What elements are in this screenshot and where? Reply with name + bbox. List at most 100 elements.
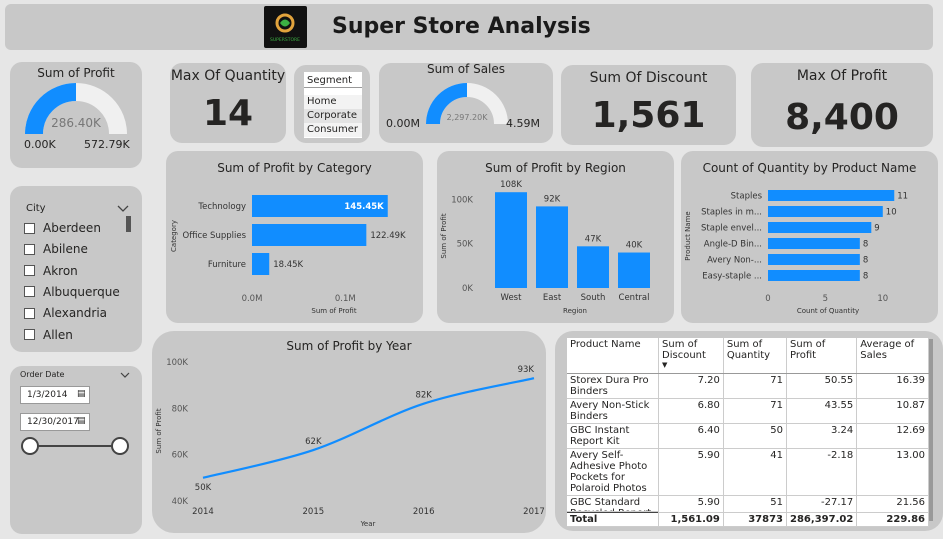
start-date-input[interactable]: 1/3/2014 ▤	[20, 386, 90, 404]
table-row[interactable]: Storex Dura Pro Binders 7.20 71 50.55 16.39	[567, 373, 929, 399]
sales-gauge-value: 2,297.20K	[446, 113, 488, 122]
year-data-label: 93K	[518, 365, 535, 375]
city-item[interactable]: Albuquerque	[24, 283, 120, 301]
year-y-label: Sum of Profit	[155, 408, 163, 453]
segment-item-home-office[interactable]: Home Office	[304, 95, 362, 121]
city-label: Allen	[43, 327, 73, 342]
table-cell: 5.90	[658, 495, 724, 513]
year-data-label: 62K	[305, 437, 322, 447]
discount-title: Sum Of Discount	[589, 70, 708, 86]
segment-item-consumer[interactable]: Consumer	[304, 123, 362, 137]
city-checkbox[interactable]	[24, 307, 35, 319]
year-data-label: 50K	[195, 483, 212, 493]
year-x-tick: 2017	[523, 507, 545, 517]
region-data-label: 92K	[544, 194, 561, 204]
region-data-label: 108K	[500, 180, 522, 190]
date-range-track	[30, 445, 120, 447]
city-slicer-card: City Aberdeen Abilene Akron Albuquerque Alex…	[10, 186, 142, 352]
table-cell: Avery Self-Adhesive Photo Pockets for Po…	[567, 448, 660, 496]
sort-desc-icon[interactable]: ▼	[662, 361, 720, 369]
table-cell: 21.56	[856, 495, 929, 513]
year-chart-card: Sum of Profit by Year 40K 60K 80K 100K 50K 20…	[152, 331, 546, 533]
max-profit-title: Max Of Profit	[796, 68, 888, 84]
table-header[interactable]: Sum of Discount ▼	[658, 338, 724, 374]
table-row[interactable]: GBC Instant Report Kit 6.40 50 3.24 12.69	[567, 423, 929, 449]
segment-slicer[interactable]: Segment Home Office Corporate Consumer	[304, 72, 362, 138]
table-total-cell: 37873	[723, 511, 788, 527]
city-chevron-down-icon[interactable]	[117, 205, 129, 213]
product-x-label: Count of Quantity	[797, 307, 859, 315]
year-chart: 40K 60K 80K 100K 50K 2014 62K 2015 82K 2016 93K 201…	[155, 358, 545, 528]
order-date-title: Order Date	[20, 370, 65, 379]
category-tick-label: Furniture	[208, 260, 246, 270]
region-y-tick: 100K	[451, 195, 473, 205]
region-x-tick: East	[543, 293, 562, 303]
table-header[interactable]: Average of Sales	[856, 338, 929, 374]
date-range-end-handle[interactable]	[111, 437, 129, 455]
table-cell: 71	[723, 373, 788, 399]
sales-gauge-max: 4.59M	[506, 117, 540, 130]
region-chart-card: Sum of Profit by Region 0K 50K 100K 108K Wes…	[437, 151, 674, 323]
table-cell: Avery Non-Stick Binders	[567, 398, 660, 424]
date-range-start-handle[interactable]	[21, 437, 39, 455]
table-cell: 12.69	[856, 423, 929, 449]
city-scrollbar[interactable]	[126, 216, 131, 232]
city-checkbox[interactable]	[24, 243, 35, 255]
region-x-label: Region	[563, 307, 587, 315]
logo: SUPERSTORE	[264, 6, 307, 48]
table-total-row: Total 1,561.09 37873 286,397.02 229.86	[567, 511, 929, 527]
product-data-label: 8	[863, 256, 868, 266]
table-cell: 41	[723, 448, 788, 496]
year-x-tick: 2016	[413, 507, 435, 517]
table-header[interactable]: Product Name	[567, 338, 660, 374]
city-checkbox[interactable]	[24, 329, 35, 340]
year-y-tick: 80K	[172, 404, 189, 414]
city-item[interactable]: Allen	[24, 326, 73, 344]
region-data-label: 40K	[626, 241, 643, 251]
product-bar	[768, 222, 872, 233]
table-cell: 6.40	[658, 423, 724, 449]
table-cell: 50.55	[786, 373, 858, 399]
table-header[interactable]: Sum of Quantity	[723, 338, 788, 374]
region-chart: 0K 50K 100K 108K West 92K East 47K South 40K Centr…	[440, 180, 650, 315]
table-row[interactable]: Avery Non-Stick Binders 6.80 71 43.55 10.87	[567, 398, 929, 424]
table-scrollbar[interactable]	[929, 339, 933, 521]
end-date-input[interactable]: 12/30/2017 ▤	[20, 413, 90, 431]
region-y-label: Sum of Profit	[440, 213, 448, 258]
segment-item-corporate[interactable]: Corporate	[304, 109, 362, 123]
product-bar	[768, 190, 895, 201]
product-data-label: 8	[863, 240, 868, 250]
city-item[interactable]: Alexandria	[24, 304, 107, 322]
product-tick-label: Staples	[731, 192, 763, 202]
table-header[interactable]: Sum of Profit	[786, 338, 858, 374]
product-tick-label: Easy-staple ...	[702, 272, 762, 282]
table-cell: 71	[723, 398, 788, 424]
segment-title[interactable]: Segment	[304, 74, 362, 88]
city-item[interactable]: Akron	[24, 262, 78, 280]
table-cell: 50	[723, 423, 788, 449]
city-checkbox[interactable]	[24, 286, 35, 298]
profit-gauge-value: 286.40K	[51, 116, 101, 130]
table-cell: 13.00	[856, 448, 929, 496]
table-row[interactable]: GBC Standard Recycled Report Covers5.905…	[567, 495, 929, 513]
city-item[interactable]: Aberdeen	[24, 219, 101, 237]
category-data-label: 18.45K	[273, 260, 303, 270]
region-y-tick: 0K	[462, 284, 473, 294]
city-checkbox[interactable]	[24, 222, 35, 234]
category-x-tick: 0.1M	[335, 294, 356, 304]
region-bar	[495, 192, 527, 288]
order-date-card: Order Date 1/3/2014 ▤ 12/30/2017 ▤	[10, 366, 142, 534]
start-calendar-icon[interactable]: ▤	[77, 389, 86, 399]
sales-gauge	[426, 83, 508, 125]
table-cell: -27.17	[786, 495, 858, 513]
city-item[interactable]: Abilene	[24, 240, 88, 258]
logo-icon: SUPERSTORE	[270, 13, 300, 43]
city-checkbox[interactable]	[24, 265, 35, 277]
max-quantity-card: Max Of Quantity 14	[170, 63, 286, 143]
city-label: Albuquerque	[43, 284, 120, 299]
product-tick-label: Staple envel...	[701, 224, 762, 234]
table-row[interactable]: Avery Self-Adhesive Photo Pockets for Po…	[567, 448, 929, 496]
discount-card: Sum Of Discount 1,561	[561, 65, 736, 145]
order-date-chevron-down-icon[interactable]	[120, 372, 130, 378]
end-calendar-icon[interactable]: ▤	[77, 416, 86, 426]
